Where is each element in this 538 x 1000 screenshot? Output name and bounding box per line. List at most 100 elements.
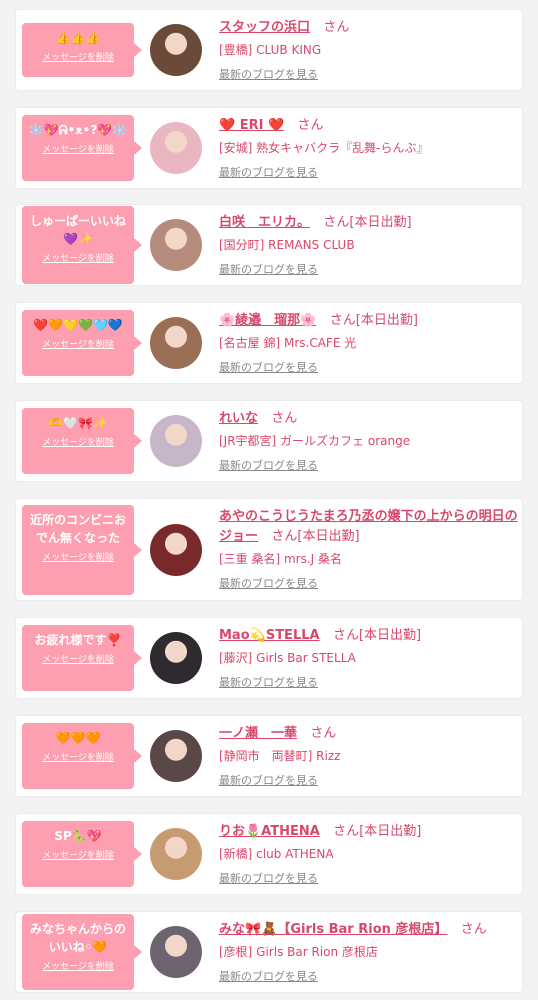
honorific: さん [271,529,298,544]
message-bubble: ❄️💖ᕱ•ᴥ•?💖❄️ メッセージを削除 [22,115,142,181]
sender-info: みな🎀🧸【Girls Bar Rion 彦根店】 さん [彦根] Girls B… [219,919,519,984]
delete-message-link[interactable]: メッセージを削除 [26,960,130,974]
message-bubble: 近所のコンビニお でん無くなった メッセージを削除 [22,505,142,595]
sender-info: れいな さん [JR宇都宮] ガールズカフェ orange 最新のブログを見る [219,408,519,473]
message-card: ❄️💖ᕱ•ᴥ•?💖❄️ メッセージを削除 ❤️ ERI ❤️ さん [安城] 熟… [16,108,522,188]
message-bubble: 🧡🧡🧡 メッセージを削除 [22,723,142,789]
shop-name: [静岡市 両替町] Rizz [219,749,341,763]
latest-blog-link[interactable]: 最新のブログを見る [219,575,519,591]
delete-message-link[interactable]: メッセージを削除 [26,51,130,65]
sender-name-link[interactable]: 🌸綾邉 瑠那🌸 [219,313,316,328]
sender-info: 白咲 エリカ。 さん[本日出勤] [国分町] REMANS CLUB 最新のブロ… [219,212,519,277]
avatar[interactable] [150,219,202,271]
shop-name: [名古屋 錦] Mrs.CAFE 光 [219,336,357,350]
avatar[interactable] [150,632,202,684]
today-badge: [本日出勤] [349,215,412,230]
honorific: さん [271,411,298,426]
message-card: 🫶🤍🎀✨ メッセージを削除 れいな さん [JR宇都宮] ガールズカフェ ora… [16,401,522,481]
avatar[interactable] [150,24,202,76]
shop-name: [新橋] club ATHENA [219,847,334,861]
avatar[interactable] [150,317,202,369]
message-card: ❤️🧡💛💚🩵💙 メッセージを削除 🌸綾邉 瑠那🌸 さん[本日出勤] [名古屋 錦… [16,303,522,383]
honorific: さん [297,118,324,133]
latest-blog-link[interactable]: 最新のブログを見る [219,870,519,886]
message-bubble: しゅーぱーいいね 💜✨ メッセージを削除 [22,206,142,284]
message-text: 🫶🤍🎀✨ [48,416,108,430]
shop-name: [JR宇都宮] ガールズカフェ orange [219,434,411,448]
message-bubble: お疲れ様です❣️ メッセージを削除 [22,625,142,691]
sender-name-link[interactable]: 一ノ瀬 一華 [219,726,297,741]
delete-message-link[interactable]: メッセージを削除 [26,551,130,565]
shop-name: [藤沢] Girls Bar STELLA [219,651,356,665]
message-bubble: 👍👍👍 メッセージを削除 [22,23,142,77]
shop-name: [国分町] REMANS CLUB [219,238,355,252]
delete-message-link[interactable]: メッセージを削除 [26,751,130,765]
avatar[interactable] [150,730,202,782]
latest-blog-link[interactable]: 最新のブログを見る [219,164,519,180]
honorific: さん [323,215,350,230]
message-text: 🧡🧡🧡 [55,731,101,745]
shop-name: [豊橋] CLUB KING [219,43,322,57]
sender-info: りお🌷ATHENA さん[本日出勤] [新橋] club ATHENA 最新のブ… [219,821,519,886]
delete-message-link[interactable]: メッセージを削除 [26,338,130,352]
sender-info: 一ノ瀬 一華 さん [静岡市 両替町] Rizz 最新のブログを見る [219,723,519,788]
latest-blog-link[interactable]: 最新のブログを見る [219,261,519,277]
avatar[interactable] [150,415,202,467]
honorific: さん [333,824,360,839]
sender-info: ❤️ ERI ❤️ さん [安城] 熟女キャバクラ『乱舞-らんぶ』 最新のブログ… [219,115,519,180]
honorific: さん [460,922,487,937]
message-text: しゅーぱーいいね 💜✨ [29,214,126,246]
delete-message-link[interactable]: メッセージを削除 [26,849,130,863]
avatar[interactable] [150,524,202,576]
sender-name-link[interactable]: れいな [219,411,258,426]
message-text: 👍👍👍 [55,31,101,45]
delete-message-link[interactable]: メッセージを削除 [26,252,130,266]
today-badge: [本日出勤] [355,313,418,328]
honorific: さん [332,628,359,643]
sender-info: Mao💫STELLA さん[本日出勤] [藤沢] Girls Bar STELL… [219,625,519,690]
sender-info: スタッフの浜口 さん [豊橋] CLUB KING 最新のブログを見る [219,17,519,82]
today-badge: [本日出勤] [358,628,422,643]
message-text: お疲れ様です❣️ [34,633,122,647]
shop-name: [彦根] Girls Bar Rion 彦根店 [219,945,378,959]
message-card: 近所のコンビニお でん無くなった メッセージを削除 あやのこうじうたまろ乃丞の嬢… [16,499,522,600]
sender-name-link[interactable]: りお🌷ATHENA [219,824,320,839]
latest-blog-link[interactable]: 最新のブログを見る [219,66,519,82]
message-text: ❄️💖ᕱ•ᴥ•?💖❄️ [28,123,128,137]
sender-name-link[interactable]: みな🎀🧸【Girls Bar Rion 彦根店】 [219,922,447,937]
message-bubble: 🫶🤍🎀✨ メッセージを削除 [22,408,142,474]
message-list: 👍👍👍 メッセージを削除 スタッフの浜口 さん [豊橋] CLUB KING 最… [0,0,538,1000]
message-card: しゅーぱーいいね 💜✨ メッセージを削除 白咲 エリカ。 さん[本日出勤] [国… [16,205,522,285]
delete-message-link[interactable]: メッセージを削除 [26,653,130,667]
message-bubble: ❤️🧡💛💚🩵💙 メッセージを削除 [22,310,142,376]
delete-message-link[interactable]: メッセージを削除 [26,436,130,450]
honorific: さん [329,313,356,328]
delete-message-link[interactable]: メッセージを削除 [26,143,130,157]
sender-name-link[interactable]: ❤️ ERI ❤️ [219,118,284,133]
shop-name: [安城] 熟女キャバクラ『乱舞-らんぶ』 [219,141,429,155]
latest-blog-link[interactable]: 最新のブログを見る [219,772,519,788]
latest-blog-link[interactable]: 最新のブログを見る [219,457,519,473]
sender-info: あやのこうじうたまろ乃丞の嬢下の上からの明日のジョー さん[本日出勤] [三重 … [219,506,519,591]
honorific: さん [310,726,337,741]
sender-name-link[interactable]: Mao💫STELLA [219,628,320,643]
sender-name-link[interactable]: スタッフの浜口 [219,20,310,35]
today-badge: [本日出勤] [359,824,422,839]
latest-blog-link[interactable]: 最新のブログを見る [219,674,519,690]
latest-blog-link[interactable]: 最新のブログを見る [219,968,519,984]
message-text: SP🐍💖 [54,829,102,843]
message-text: ❤️🧡💛💚🩵💙 [33,318,123,332]
message-card: SP🐍💖 メッセージを削除 りお🌷ATHENA さん[本日出勤] [新橋] cl… [16,814,522,894]
message-card: 🧡🧡🧡 メッセージを削除 一ノ瀬 一華 さん [静岡市 両替町] Rizz 最新… [16,716,522,796]
sender-info: 🌸綾邉 瑠那🌸 さん[本日出勤] [名古屋 錦] Mrs.CAFE 光 最新のブ… [219,310,519,375]
sender-name-link[interactable]: 白咲 エリカ。 [219,215,310,230]
message-card: 👍👍👍 メッセージを削除 スタッフの浜口 さん [豊橋] CLUB KING 最… [16,10,522,90]
honorific: さん [323,20,350,35]
message-text: みなちゃんからの いいね◦🧡 [29,922,126,954]
avatar[interactable] [150,926,202,978]
avatar[interactable] [150,122,202,174]
shop-name: [三重 桑名] mrs.J 桑名 [219,552,343,566]
avatar[interactable] [150,828,202,880]
message-text: 近所のコンビニお でん無くなった [29,513,126,545]
latest-blog-link[interactable]: 最新のブログを見る [219,359,519,375]
